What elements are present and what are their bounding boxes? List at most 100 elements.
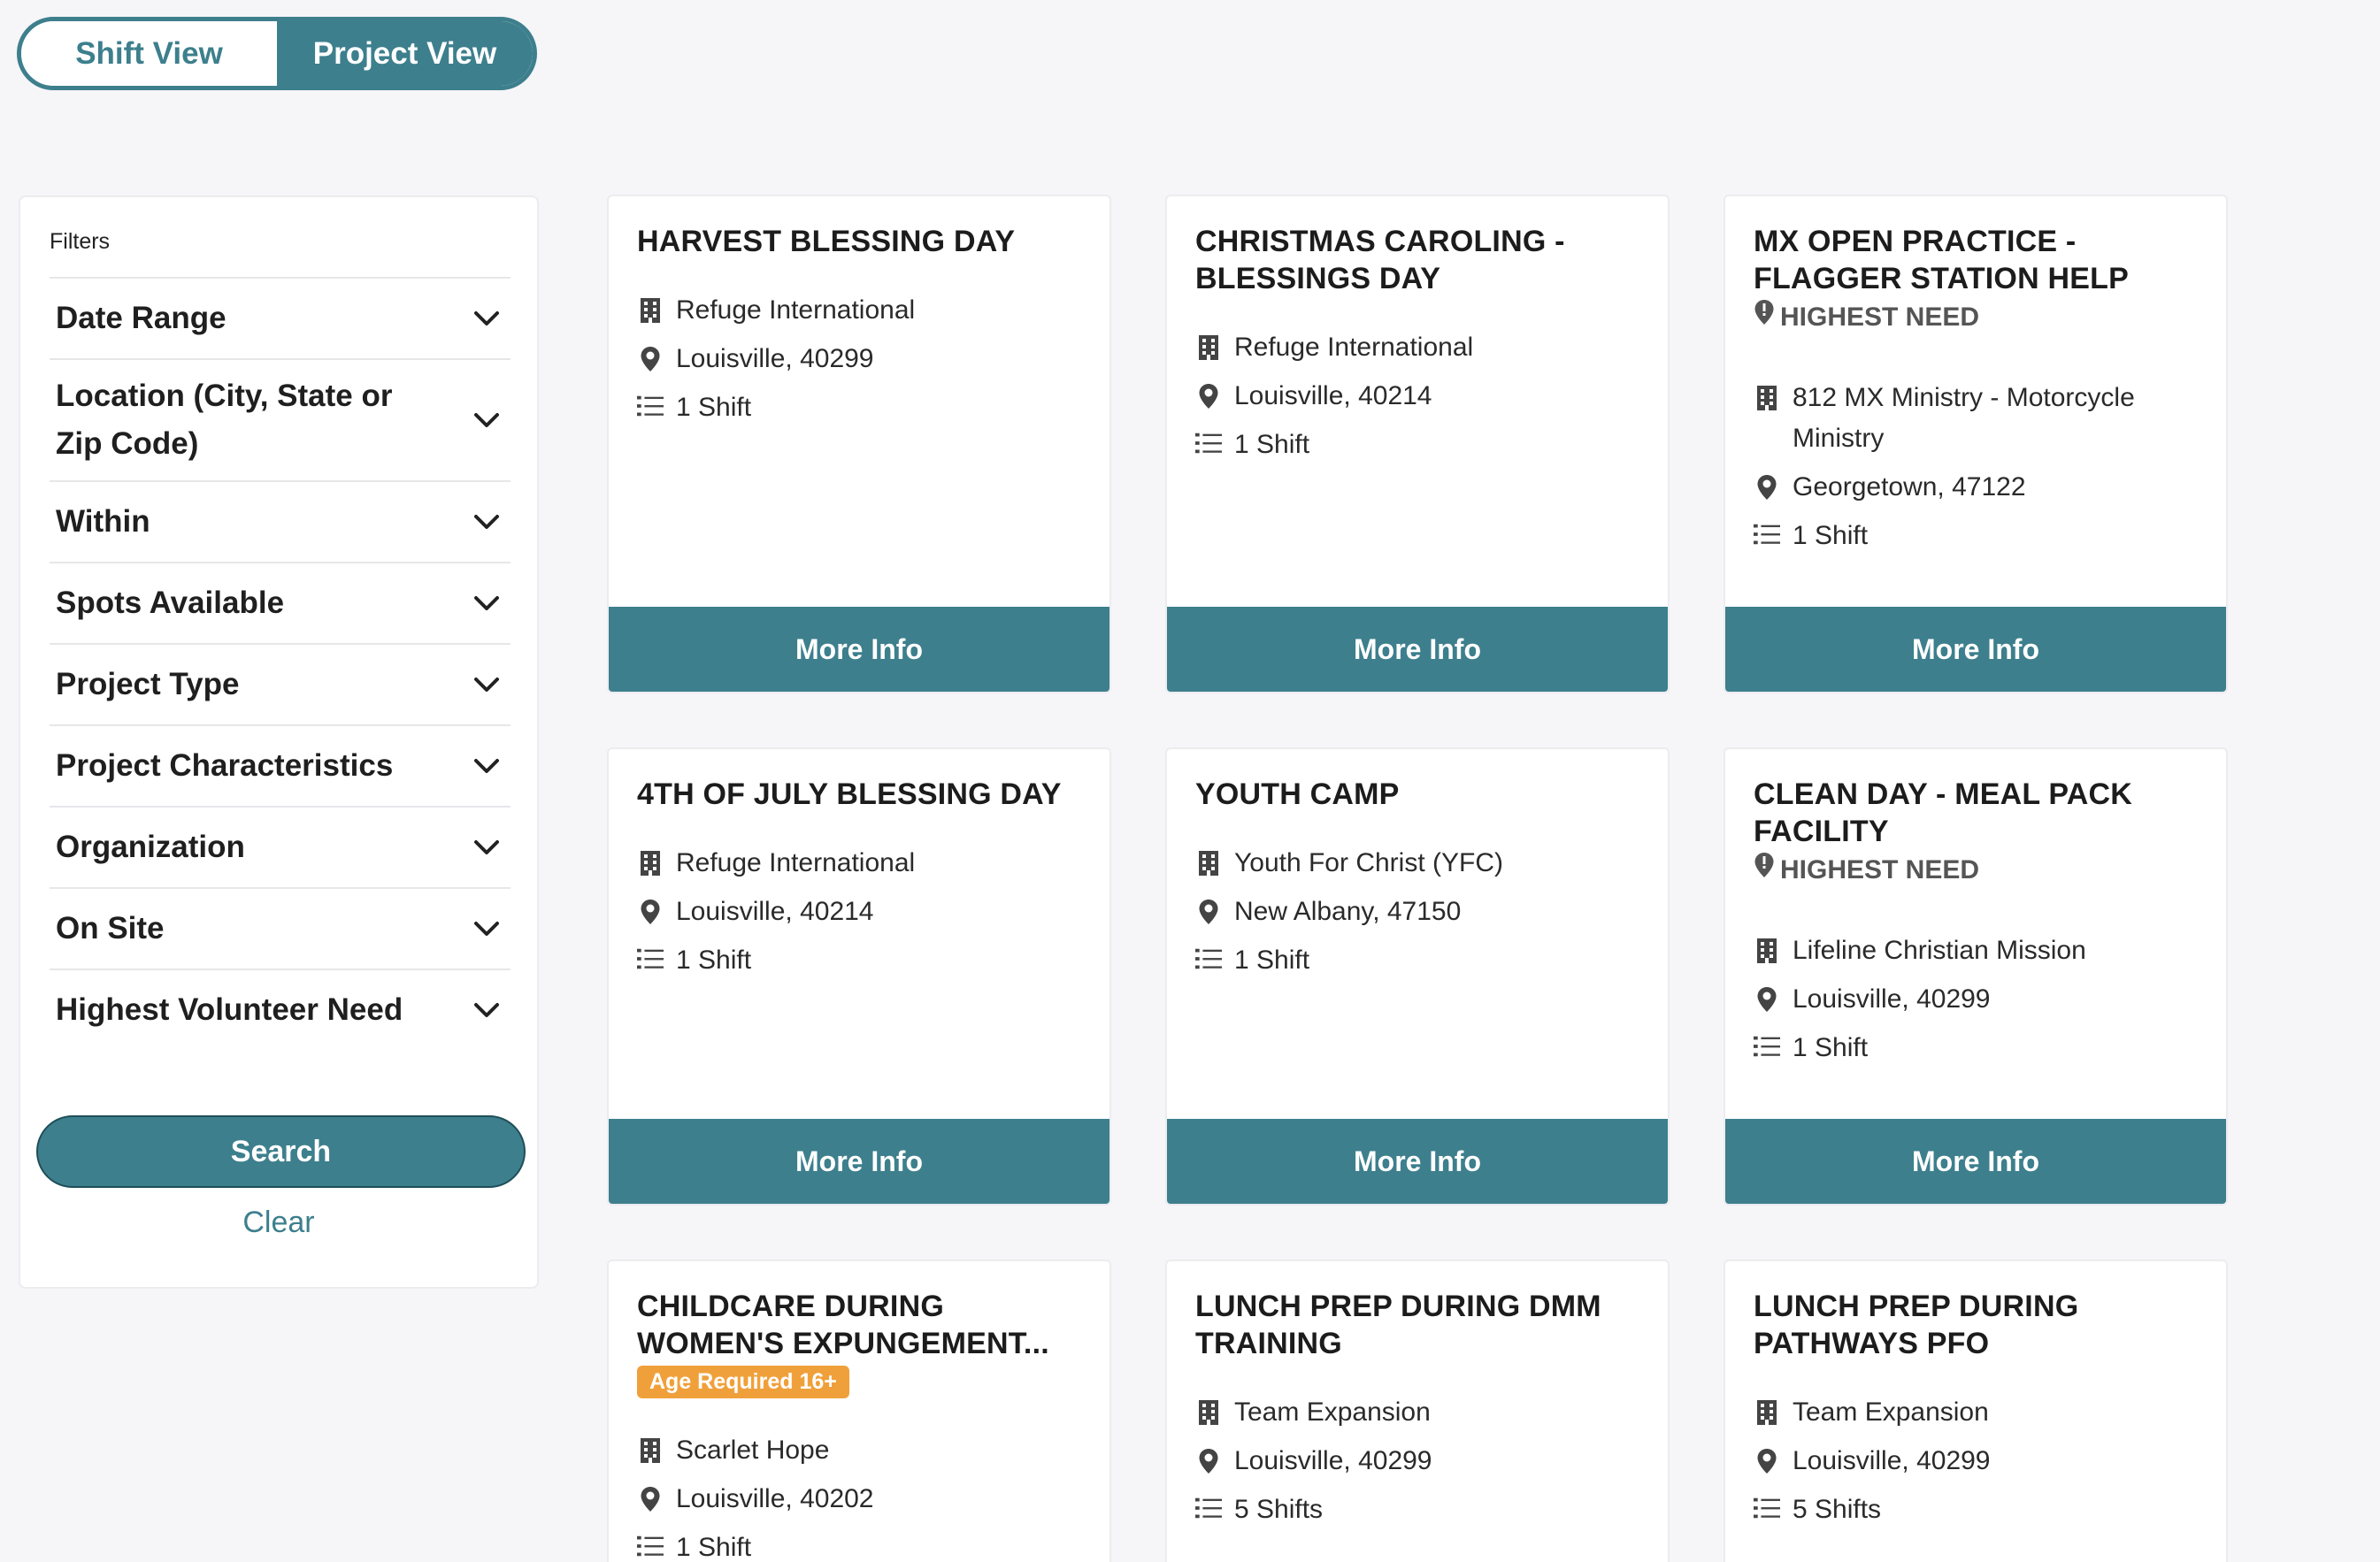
card-body: CLEAN DAY - MEAL PACK FACILITY HIGHEST NE…: [1725, 749, 2226, 1068]
card-meta: Team Expansion Louisville, 40299 5 Shifts: [1195, 1392, 1641, 1530]
meta-location: Georgetown, 47122: [1754, 467, 2200, 508]
card-title: CHRISTMAS CAROLING - BLESSINGS DAY: [1195, 225, 1565, 295]
project-card: CHILDCARE DURING WOMEN'S EXPUNGEMENT... A…: [607, 1260, 1111, 1562]
chevron-down-icon[interactable]: [469, 911, 504, 946]
card-body: MX OPEN PRACTICE - FLAGGER STATION HELP H…: [1725, 196, 2226, 556]
filter-project-type[interactable]: Project Type: [50, 643, 511, 724]
card-meta: Refuge International Louisville, 40214 1 S…: [1195, 327, 1641, 465]
more-info-button[interactable]: More Info: [1167, 1119, 1668, 1204]
organization-name: Refuge International: [676, 295, 916, 325]
filter-label: Spots Available: [56, 586, 285, 620]
meta-location: New Albany, 47150: [1195, 892, 1641, 932]
list-icon: [637, 387, 664, 417]
project-card: 4TH OF JULY BLESSING DAY Refuge Internati…: [607, 747, 1111, 1206]
meta-org: Scarlet Hope: [637, 1430, 1083, 1471]
chevron-down-icon[interactable]: [469, 504, 504, 540]
filter-label: On Site: [56, 911, 165, 946]
card-meta: Scarlet Hope Louisville, 40202 1 Shift: [637, 1430, 1083, 1562]
shift-count: 1 Shift: [676, 946, 752, 975]
building-icon: [637, 1430, 664, 1464]
map-pin-icon: [1754, 467, 1780, 501]
search-button[interactable]: Search: [36, 1115, 526, 1188]
card-title: MX OPEN PRACTICE - FLAGGER STATION HELP: [1754, 225, 2129, 295]
project-view-tab[interactable]: Project View: [277, 21, 533, 86]
filter-spots-available[interactable]: Spots Available: [50, 562, 511, 643]
age-required-badge: Age Required 16+: [637, 1366, 849, 1398]
meta-org: Youth For Christ (YFC): [1195, 843, 1641, 884]
meta-shifts: 1 Shift: [1754, 1028, 2200, 1068]
list-icon: [1195, 425, 1222, 455]
shift-count: 1 Shift: [1234, 946, 1310, 975]
filter-on-site[interactable]: On Site: [50, 887, 511, 969]
card-meta: Team Expansion Louisville, 40299 5 Shifts: [1754, 1392, 2200, 1530]
card-body: 4TH OF JULY BLESSING DAY Refuge Internati…: [609, 749, 1109, 981]
meta-org: 812 MX Ministry - Motorcycle Ministry: [1754, 378, 2200, 459]
card-body: LUNCH PREP DURING DMM TRAINING Team Expan…: [1167, 1261, 1668, 1530]
meta-org: Refuge International: [637, 843, 1083, 884]
chevron-down-icon[interactable]: [469, 667, 504, 702]
card-title: YOUTH CAMP: [1195, 777, 1400, 811]
meta-location: Louisville, 40202: [637, 1479, 1083, 1520]
list-icon: [1195, 940, 1222, 970]
filter-project-characteristics[interactable]: Project Characteristics: [50, 724, 511, 806]
list-icon: [1754, 1489, 1780, 1520]
card-body: HARVEST BLESSING DAY Refuge International…: [609, 196, 1109, 428]
filter-highest-volunteer-need[interactable]: Highest Volunteer Need: [50, 969, 511, 1050]
highest-need-text: HIGHEST NEED: [1780, 854, 1980, 884]
meta-org: Team Expansion: [1195, 1392, 1641, 1433]
chevron-down-icon[interactable]: [469, 301, 504, 336]
shift-count: 5 Shifts: [1234, 1495, 1324, 1524]
more-info-button[interactable]: More Info: [609, 607, 1109, 692]
location-text: Louisville, 40299: [1234, 1446, 1432, 1475]
building-icon: [1195, 327, 1222, 361]
clear-link[interactable]: Clear: [20, 1206, 537, 1240]
project-card: CLEAN DAY - MEAL PACK FACILITY HIGHEST NE…: [1724, 747, 2228, 1206]
filter-date-range[interactable]: Date Range: [50, 277, 511, 358]
meta-shifts: 5 Shifts: [1754, 1489, 2200, 1530]
card-title: 4TH OF JULY BLESSING DAY: [637, 777, 1062, 811]
filter-within[interactable]: Within: [50, 480, 511, 562]
chevron-down-icon[interactable]: [469, 992, 504, 1028]
organization-name: Team Expansion: [1793, 1397, 1989, 1427]
project-card: HARVEST BLESSING DAY Refuge International…: [607, 195, 1111, 693]
project-card: MX OPEN PRACTICE - FLAGGER STATION HELP H…: [1724, 195, 2228, 693]
building-icon: [637, 843, 664, 877]
organization-name: Youth For Christ (YFC): [1234, 848, 1503, 877]
more-info-button[interactable]: More Info: [1167, 607, 1668, 692]
more-info-button[interactable]: More Info: [1725, 607, 2226, 692]
filter-label: Date Range: [56, 301, 226, 335]
chevron-down-icon[interactable]: [469, 830, 504, 865]
filter-label: Within: [56, 504, 150, 539]
filters-title: Filters: [50, 229, 111, 254]
meta-location: Louisville, 40299: [1754, 979, 2200, 1020]
organization-name: Lifeline Christian Mission: [1793, 936, 2086, 965]
card-meta: Youth For Christ (YFC) New Albany, 47150 1…: [1195, 843, 1641, 981]
filter-location-city-state-or-zip-code[interactable]: Location (City, State or Zip Code): [50, 358, 511, 480]
card-body: CHRISTMAS CAROLING - BLESSINGS DAY Refuge…: [1167, 196, 1668, 465]
shift-view-tab[interactable]: Shift View: [21, 21, 277, 86]
list-icon: [1195, 1489, 1222, 1520]
map-pin-icon: [1195, 892, 1222, 925]
meta-org: Lifeline Christian Mission: [1754, 930, 2200, 971]
more-info-button[interactable]: More Info: [609, 1119, 1109, 1204]
card-title: CLEAN DAY - MEAL PACK FACILITY: [1754, 777, 2132, 848]
filter-label: Organization: [56, 830, 245, 864]
shift-count: 1 Shift: [1234, 430, 1310, 459]
location-text: Louisville, 40202: [676, 1484, 874, 1513]
chevron-down-icon[interactable]: [469, 748, 504, 784]
card-body: YOUTH CAMP Youth For Christ (YFC) New Alba…: [1167, 749, 1668, 981]
map-pin-icon: [637, 339, 664, 372]
map-pin-icon: [637, 1479, 664, 1512]
list-icon: [637, 940, 664, 970]
meta-shifts: 1 Shift: [637, 940, 1083, 981]
filter-label: Project Type: [56, 667, 240, 701]
chevron-down-icon[interactable]: [469, 402, 504, 438]
filter-list: Date Range Location (City, State or Zip C…: [50, 277, 511, 1050]
more-info-button[interactable]: More Info: [1725, 1119, 2226, 1204]
building-icon: [1754, 1392, 1780, 1426]
filter-organization[interactable]: Organization: [50, 806, 511, 887]
shift-count: 1 Shift: [1793, 521, 1869, 550]
filter-label: Project Characteristics: [56, 748, 394, 783]
location-text: Louisville, 40299: [1793, 1446, 1991, 1475]
chevron-down-icon[interactable]: [469, 586, 504, 621]
